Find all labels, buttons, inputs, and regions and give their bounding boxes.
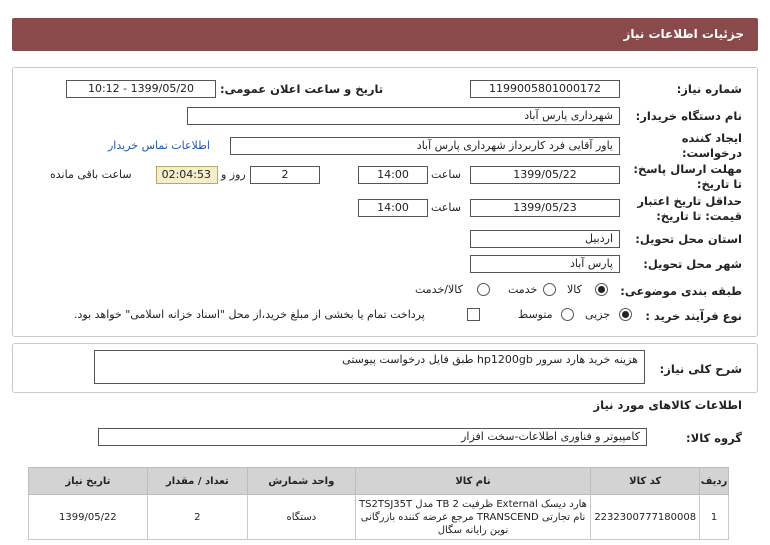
need-number-label: شماره نیاز: xyxy=(676,82,742,96)
cell-name: هارد دیسک External ظرفیت TB 2 مدل TS2TSJ… xyxy=(354,494,592,540)
purchase-type-option-minor: جزیی xyxy=(585,308,611,321)
cell-qty: 2 xyxy=(146,494,249,540)
buyer-contact-link[interactable]: اطلاعات تماس خریدار xyxy=(108,139,210,152)
price-validity-date-field: 1399/05/23 xyxy=(470,199,620,217)
col-date: تاریخ نیاز xyxy=(28,467,148,495)
category-option-service: خدمت xyxy=(508,283,538,296)
col-code: کد کالا xyxy=(590,467,701,495)
response-date-field: 1399/05/22 xyxy=(470,166,620,184)
category-radio-goods[interactable] xyxy=(595,283,608,296)
goods-section-title: اطلاعات کالاهای مورد نیاز xyxy=(593,398,742,412)
response-time-label: ساعت xyxy=(431,168,461,181)
city-label: شهر محل تحویل: xyxy=(643,257,742,271)
page-title: جزئیات اطلاعات نیاز xyxy=(623,27,744,41)
price-validity-label: حداقل تاریخ اعتبار xyxy=(637,194,742,208)
purchase-type-option-medium: متوسط xyxy=(518,308,553,321)
goods-table-header: ردیف کد کالا نام کالا واحد شمارش تعداد /… xyxy=(28,467,729,495)
goods-group-label: گروه کالا: xyxy=(686,431,742,445)
category-label: طبقه بندی موضوعی: xyxy=(620,284,742,298)
days-field: 2 xyxy=(250,166,320,184)
price-validity-time-label: ساعت xyxy=(431,201,461,214)
response-deadline-label-2: تا تاریخ: xyxy=(696,177,742,191)
goods-group-field: کامپیوتر و فناوری اطلاعات-سخت افزار xyxy=(98,428,647,446)
col-row: ردیف xyxy=(699,467,729,495)
category-radio-goods-service[interactable] xyxy=(477,283,490,296)
col-qty: تعداد / مقدار xyxy=(146,467,249,495)
days-label: روز و xyxy=(221,168,246,181)
cell-row: 1 xyxy=(699,494,729,540)
buyer-label: نام دستگاه خریدار: xyxy=(635,109,742,123)
announce-field: 1399/05/20 - 10:12 xyxy=(66,80,216,98)
purchase-type-radio-medium[interactable] xyxy=(561,308,574,321)
page-header: جزئیات اطلاعات نیاز xyxy=(12,18,758,51)
creator-label-2: درخواست: xyxy=(681,146,742,160)
treasury-payment-note: پرداخت تمام یا بخشی از مبلغ خرید،از محل … xyxy=(74,308,425,321)
response-deadline-label: مهلت ارسال پاسخ: xyxy=(633,162,742,176)
category-option-goods-service: کالا/خدمت xyxy=(415,283,463,296)
category-radio-service[interactable] xyxy=(543,283,556,296)
remaining-time-field: 02:04:53 xyxy=(156,166,218,184)
category-option-goods: کالا xyxy=(567,283,582,296)
response-time-field: 14:00 xyxy=(358,166,428,184)
purchase-type-label: نوع فرآیند خرید : xyxy=(645,309,742,323)
remaining-label: ساعت باقی مانده xyxy=(50,168,132,181)
city-field: پارس آباد xyxy=(470,255,620,273)
province-label: استان محل تحویل: xyxy=(635,232,742,246)
cell-code: 2232300777180008 xyxy=(590,494,701,540)
province-field: اردبیل xyxy=(470,230,620,248)
goods-table: ردیف کد کالا نام کالا واحد شمارش تعداد /… xyxy=(28,467,729,540)
price-validity-time-field: 14:00 xyxy=(358,199,428,217)
announce-label: تاریخ و ساعت اعلان عمومی: xyxy=(220,82,384,96)
purchase-type-radio-minor[interactable] xyxy=(619,308,632,321)
creator-field: یاور آقایی فرد کاربرداز شهرداری پارس آبا… xyxy=(230,137,620,155)
need-number-field: 1199005801000172 xyxy=(470,80,620,98)
creator-label: ایجاد کننده xyxy=(681,131,742,145)
col-unit: واحد شمارش xyxy=(247,467,356,495)
treasury-payment-checkbox[interactable] xyxy=(467,308,480,321)
cell-date: 1399/05/22 xyxy=(28,494,148,540)
cell-unit: دستگاه xyxy=(247,494,356,540)
price-validity-label-2: قیمت: تا تاریخ: xyxy=(656,209,742,223)
description-field: هزینه خرید هارد سرور hp1200gb طبق فایل د… xyxy=(94,350,645,384)
table-row: 1 2232300777180008 هارد دیسک External ظر… xyxy=(28,494,729,540)
buyer-field: شهرداری پارس آباد xyxy=(187,107,620,125)
description-label: شرح کلی نیاز: xyxy=(659,362,742,376)
col-name: نام کالا xyxy=(354,467,592,495)
